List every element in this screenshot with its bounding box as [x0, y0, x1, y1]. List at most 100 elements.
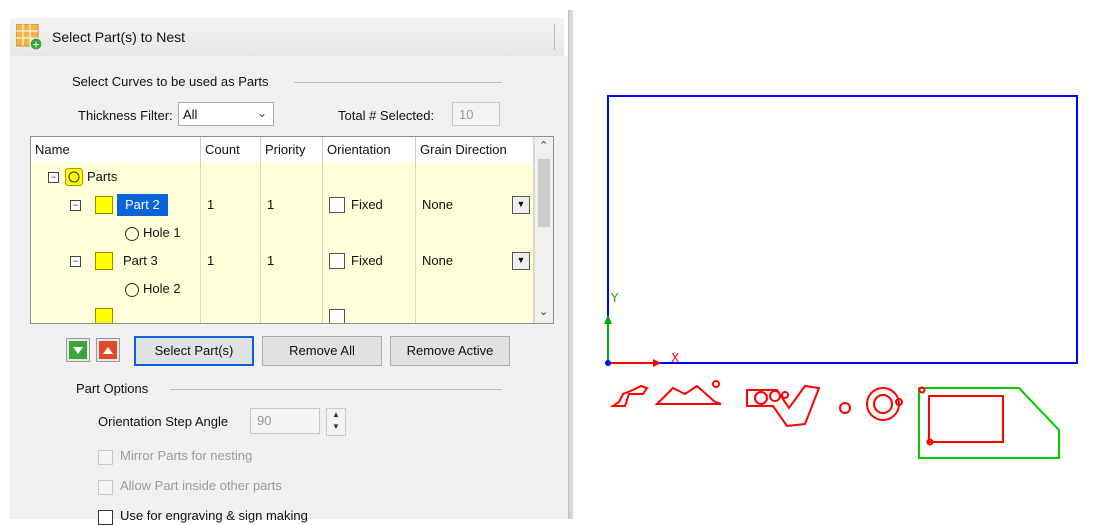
orientation-label: Fixed: [351, 197, 383, 212]
grain-value: None: [422, 197, 454, 212]
panel-grip[interactable]: [554, 24, 558, 50]
sheet-rectangle[interactable]: [607, 95, 1078, 364]
scroll-up-icon[interactable]: ⌃: [539, 139, 548, 152]
grain-cell: [416, 163, 534, 191]
grain-value: None: [422, 253, 454, 268]
collapse-icon[interactable]: −: [48, 172, 59, 183]
parts-group-icon: [65, 168, 83, 186]
part-marker-hill: [712, 380, 720, 388]
scroll-thumb[interactable]: [538, 159, 550, 227]
count-cell[interactable]: 1: [201, 191, 261, 219]
name-cell: − Parts: [31, 163, 201, 191]
part-shape-s[interactable]: [609, 384, 649, 407]
orientation-cell: [323, 219, 416, 247]
grain-dropdown-button[interactable]: ▼: [512, 196, 530, 214]
part-color-icon: [95, 252, 113, 270]
grain-cell: [416, 303, 534, 323]
panel-header: + Select Part(s) to Nest: [10, 18, 564, 57]
mirror-parts-checkbox[interactable]: [98, 450, 113, 465]
svg-text:+: +: [32, 40, 40, 51]
arrow-down-icon: [69, 341, 87, 359]
priority-cell[interactable]: 1: [261, 191, 323, 219]
part-shape-active-cutout: [928, 395, 1004, 443]
name-cell: Hole 1: [31, 219, 201, 247]
column-header-priority[interactable]: Priority: [261, 137, 323, 163]
part-bracket-hole-3: [781, 391, 789, 399]
panel-title: Select Part(s) to Nest: [52, 29, 186, 45]
orientation-fixed-checkbox[interactable]: [329, 197, 345, 213]
priority-cell: [261, 303, 323, 323]
nest-grid-icon: +: [16, 24, 42, 50]
table-row-root[interactable]: − Parts: [31, 163, 534, 192]
drawing-canvas[interactable]: X Y: [573, 10, 1106, 519]
part-name[interactable]: Part 2: [117, 194, 168, 216]
allow-inside-checkbox[interactable]: [98, 480, 113, 495]
part-color-icon: [95, 196, 113, 214]
table-row-part-3[interactable]: − Part 3 1 1 Fixed None ▼: [31, 247, 534, 276]
orientation-fixed-checkbox[interactable]: [329, 309, 345, 323]
parts-root-label: Parts: [87, 169, 118, 184]
count-cell: [201, 163, 261, 191]
table-row-partial[interactable]: [31, 303, 534, 323]
parts-table[interactable]: Name Count Priority Orientation Grain Di…: [30, 136, 554, 324]
orientation-fixed-checkbox[interactable]: [329, 253, 345, 269]
part-name[interactable]: Part 3: [123, 247, 158, 275]
column-header-count[interactable]: Count: [201, 137, 261, 163]
scroll-down-icon[interactable]: ⌄: [539, 305, 548, 318]
axis-y-label: Y: [610, 291, 619, 305]
step-angle-spinner[interactable]: ▲ ▼: [326, 408, 346, 436]
engraving-label: Use for engraving & sign making: [120, 508, 308, 523]
thickness-filter-select[interactable]: All ⌄: [178, 102, 274, 126]
hole-circle-icon: [125, 227, 139, 241]
table-scrollbar[interactable]: ⌃ ⌄: [534, 137, 553, 323]
orientation-step-angle-field[interactable]: 90: [250, 408, 320, 434]
table-row-part-2[interactable]: − Part 2 1 1 Fixed None ▼: [31, 191, 534, 220]
select-parts-button[interactable]: Select Part(s): [134, 336, 254, 366]
grain-cell: None ▼: [416, 191, 534, 219]
grain-cell: [416, 275, 534, 303]
engraving-checkbox[interactable]: [98, 510, 113, 525]
hole-circle-icon: [125, 283, 139, 297]
part-active-marker: [918, 386, 926, 394]
collapse-icon[interactable]: −: [70, 256, 81, 267]
collapse-icon[interactable]: −: [70, 200, 81, 211]
total-selected-label: Total # Selected:: [338, 108, 435, 123]
count-cell: [201, 219, 261, 247]
name-cell: − Part 2: [31, 191, 201, 219]
table-header: Name Count Priority Orientation Grain Di…: [31, 137, 534, 164]
count-cell[interactable]: 1: [201, 247, 261, 275]
grain-dropdown-button[interactable]: ▼: [512, 252, 530, 270]
priority-cell[interactable]: 1: [261, 247, 323, 275]
grain-cell: [416, 219, 534, 247]
section-curves-label: Select Curves to be used as Parts: [72, 74, 269, 89]
thickness-filter-label: Thickness Filter:: [78, 108, 173, 123]
table-row-hole-1[interactable]: Hole 1: [31, 219, 534, 248]
part-color-icon: [95, 308, 113, 323]
origin-marker: [605, 360, 611, 366]
hole-name: Hole 2: [143, 281, 181, 296]
canvas-top: [573, 0, 1106, 10]
total-selected-value: 10: [459, 107, 474, 122]
count-cell: [201, 303, 261, 323]
remove-active-button[interactable]: Remove Active: [390, 336, 510, 366]
column-header-orientation[interactable]: Orientation: [323, 137, 416, 163]
thickness-filter-value: All: [183, 107, 198, 122]
orientation-label: Fixed: [351, 253, 383, 268]
part-shape-active[interactable]: [918, 387, 1060, 459]
column-header-name[interactable]: Name: [31, 137, 201, 163]
part-options-header: Part Options: [76, 381, 149, 396]
part-small-circle[interactable]: [839, 402, 851, 414]
part-bracket-hole-2: [769, 390, 781, 402]
table-row-hole-2[interactable]: Hole 2: [31, 275, 534, 304]
priority-cell: [261, 275, 323, 303]
priority-cell: [261, 163, 323, 191]
part-ring-outer[interactable]: [866, 387, 900, 421]
hole-name: Hole 1: [143, 225, 181, 240]
part-shape-hill[interactable]: [654, 384, 722, 405]
remove-all-button[interactable]: Remove All: [262, 336, 382, 366]
name-cell: − Part 3: [31, 247, 201, 275]
mirror-parts-label: Mirror Parts for nesting: [120, 448, 253, 463]
move-up-button[interactable]: [96, 338, 120, 362]
move-down-button[interactable]: [66, 338, 90, 362]
column-header-grain-direction[interactable]: Grain Direction: [416, 137, 534, 163]
